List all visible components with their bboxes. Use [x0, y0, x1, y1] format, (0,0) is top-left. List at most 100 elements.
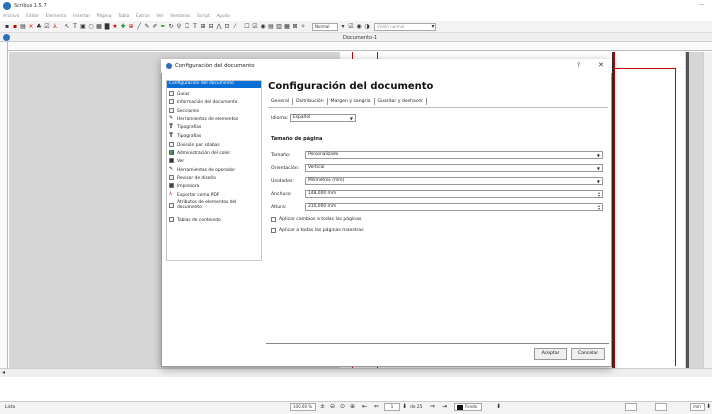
- copy-properties-icon[interactable]: ⊡: [224, 24, 230, 30]
- tab-general[interactable]: General: [268, 98, 294, 105]
- apply-all-pages-checkbox[interactable]: [271, 217, 276, 222]
- zoom-in-icon[interactable]: ⊕: [350, 403, 355, 411]
- spin-arrows-icon[interactable]: ▴ ▾: [598, 204, 600, 211]
- close-button[interactable]: ✕: [598, 61, 604, 69]
- menu-extras[interactable]: Extras: [136, 12, 150, 21]
- button-field-icon[interactable]: ▦: [284, 24, 290, 30]
- coord-x-field[interactable]: [625, 403, 637, 411]
- preflight-check-icon[interactable]: ☑: [44, 24, 50, 30]
- cancel-button[interactable]: Cancelar: [571, 348, 605, 360]
- shape-icon[interactable]: ○: [88, 24, 94, 30]
- menu-archivo[interactable]: Archivo: [3, 12, 19, 21]
- nav-item-document-settings[interactable]: Configuración del documento: [167, 81, 261, 88]
- close-doc-icon[interactable]: ×: [28, 24, 34, 30]
- nav-item-operator-tools[interactable]: ✎ Herramientas de operador: [167, 167, 261, 174]
- orientation-select[interactable]: Vertical ▼: [305, 164, 603, 172]
- menu-tabla[interactable]: Tabla: [118, 12, 129, 21]
- menu-insertar[interactable]: Insertar: [73, 12, 90, 21]
- units-select[interactable]: Milímetros (mm) ▼: [305, 177, 603, 185]
- zoom-field[interactable]: 100,00 %: [290, 403, 316, 411]
- nav-item-sections[interactable]: Secciones: [167, 108, 261, 114]
- spiral-icon[interactable]: ⊕: [128, 24, 134, 30]
- zoom-out-icon[interactable]: ⊖: [330, 403, 335, 411]
- menu-editar[interactable]: Editar: [26, 12, 39, 21]
- pdf-export-icon[interactable]: ⅄: [52, 24, 58, 30]
- preview-mode-icon[interactable]: ◉: [356, 24, 362, 30]
- table-icon[interactable]: ▦: [96, 24, 102, 30]
- nav-item-guides[interactable]: Guías: [167, 91, 261, 97]
- spin-arrows-icon[interactable]: ▴ ▾: [598, 191, 600, 198]
- unit-dropdown-icon[interactable]: ⬇: [706, 403, 711, 411]
- nav-item-fonts[interactable]: T Tipografías: [167, 133, 261, 140]
- nav-item-toc[interactable]: Tablas de contenido: [167, 217, 261, 223]
- nav-item-preflight[interactable]: Revisor de diseño: [167, 175, 261, 181]
- zoom-icon[interactable]: ⚲: [176, 24, 182, 30]
- list-field-icon[interactable]: ▤: [268, 24, 274, 30]
- zoom-stepper-icon[interactable]: ±: [320, 403, 325, 411]
- first-page-icon[interactable]: ⇤: [362, 403, 367, 411]
- nav-item-pdf-export[interactable]: ⅄ Exportar como PDF: [167, 192, 261, 199]
- calligraphic-icon[interactable]: ✒: [160, 24, 166, 30]
- page-dropdown-icon[interactable]: ⬇: [402, 403, 407, 411]
- link-annotation-icon[interactable]: ✧: [300, 24, 306, 30]
- checkbox-field-icon[interactable]: ☑: [252, 24, 258, 30]
- preview-select[interactable]: Visión normal: [374, 23, 436, 31]
- unit-select[interactable]: mm: [690, 403, 705, 411]
- apply-master-pages-checkbox[interactable]: [271, 228, 276, 233]
- tab-save-undo[interactable]: Guardar y deshacer: [375, 98, 428, 105]
- nav-item-attributes[interactable]: Atributos de elementos del documento: [167, 200, 261, 214]
- tab-margins-bleed[interactable]: Margen y sangría: [328, 98, 375, 105]
- select-tool-icon[interactable]: ↖: [64, 24, 70, 30]
- ok-button[interactable]: Aceptar: [534, 348, 567, 360]
- width-spinbox[interactable]: 148,000 mm ▴ ▾: [305, 190, 603, 198]
- open-icon[interactable]: ▪: [12, 24, 18, 30]
- nav-item-color-management[interactable]: Administración del color: [167, 150, 261, 156]
- layer-select[interactable]: Fondo: [454, 403, 482, 411]
- text-annotation-icon[interactable]: ⊠: [292, 24, 298, 30]
- mode-dropdown-icon[interactable]: ▾: [340, 24, 346, 30]
- menu-pagina[interactable]: Página: [97, 12, 112, 21]
- line-icon[interactable]: ╱: [136, 24, 142, 30]
- nav-item-typography[interactable]: T Tipografías: [167, 124, 261, 131]
- preview-icon[interactable]: ☐: [244, 24, 250, 30]
- image-frame-icon[interactable]: ▣: [80, 24, 86, 30]
- zoom-100-icon[interactable]: ⊙: [340, 403, 345, 411]
- menu-elemento[interactable]: Elemento: [46, 12, 67, 21]
- nav-item-item-tools[interactable]: ✎ Herramientas de elementos: [167, 116, 261, 123]
- edit-mode-icon[interactable]: ☑: [348, 24, 354, 30]
- previous-page-icon[interactable]: ⇐: [374, 403, 379, 411]
- combo-field-icon[interactable]: ▥: [276, 24, 282, 30]
- language-select[interactable]: Español ▼: [290, 114, 356, 122]
- render-frame-icon[interactable]: ▇: [104, 24, 110, 30]
- nav-item-printer[interactable]: Impresora: [167, 183, 261, 189]
- mode-select[interactable]: Normal: [312, 23, 338, 31]
- preview-dropdown-icon[interactable]: ▾: [430, 24, 436, 30]
- print-icon[interactable]: ♣: [36, 24, 42, 30]
- polygon-icon[interactable]: ★: [112, 24, 118, 30]
- menu-ver[interactable]: Ver: [156, 12, 163, 21]
- menu-script[interactable]: Script: [197, 12, 210, 21]
- visual-icon[interactable]: ◑: [364, 24, 370, 30]
- tab-layout[interactable]: Distribución: [293, 98, 328, 105]
- new-document-icon[interactable]: ▪: [4, 24, 10, 30]
- unlink-frames-icon[interactable]: ⊟: [208, 24, 214, 30]
- layer-dropdown-icon[interactable]: ⬇: [496, 403, 501, 411]
- measure-icon[interactable]: ⋀: [216, 24, 222, 30]
- rotate-icon[interactable]: ↻: [168, 24, 174, 30]
- nav-item-document-info[interactable]: Información del documento: [167, 99, 261, 105]
- document-title[interactable]: Documento-1: [343, 35, 377, 41]
- menu-ayuda[interactable]: Ayuda: [216, 12, 230, 21]
- minimize-button[interactable]: —: [699, 2, 704, 8]
- scroll-left-icon[interactable]: ◂: [2, 369, 5, 376]
- text-frame-icon[interactable]: T: [72, 24, 78, 30]
- page-number-field[interactable]: 1: [384, 403, 400, 411]
- nav-item-hyphenation[interactable]: División por sílabas: [167, 142, 261, 148]
- story-editor-icon[interactable]: T: [192, 24, 198, 30]
- radio-field-icon[interactable]: ◉: [260, 24, 266, 30]
- save-icon[interactable]: ▤: [20, 24, 26, 30]
- arc-icon[interactable]: ✚: [120, 24, 126, 30]
- nav-item-display[interactable]: Ver: [167, 158, 261, 164]
- freehand-icon[interactable]: ✐: [152, 24, 158, 30]
- menu-ventanas[interactable]: Ventanas: [170, 12, 190, 21]
- vertical-scrollbar[interactable]: [703, 52, 712, 368]
